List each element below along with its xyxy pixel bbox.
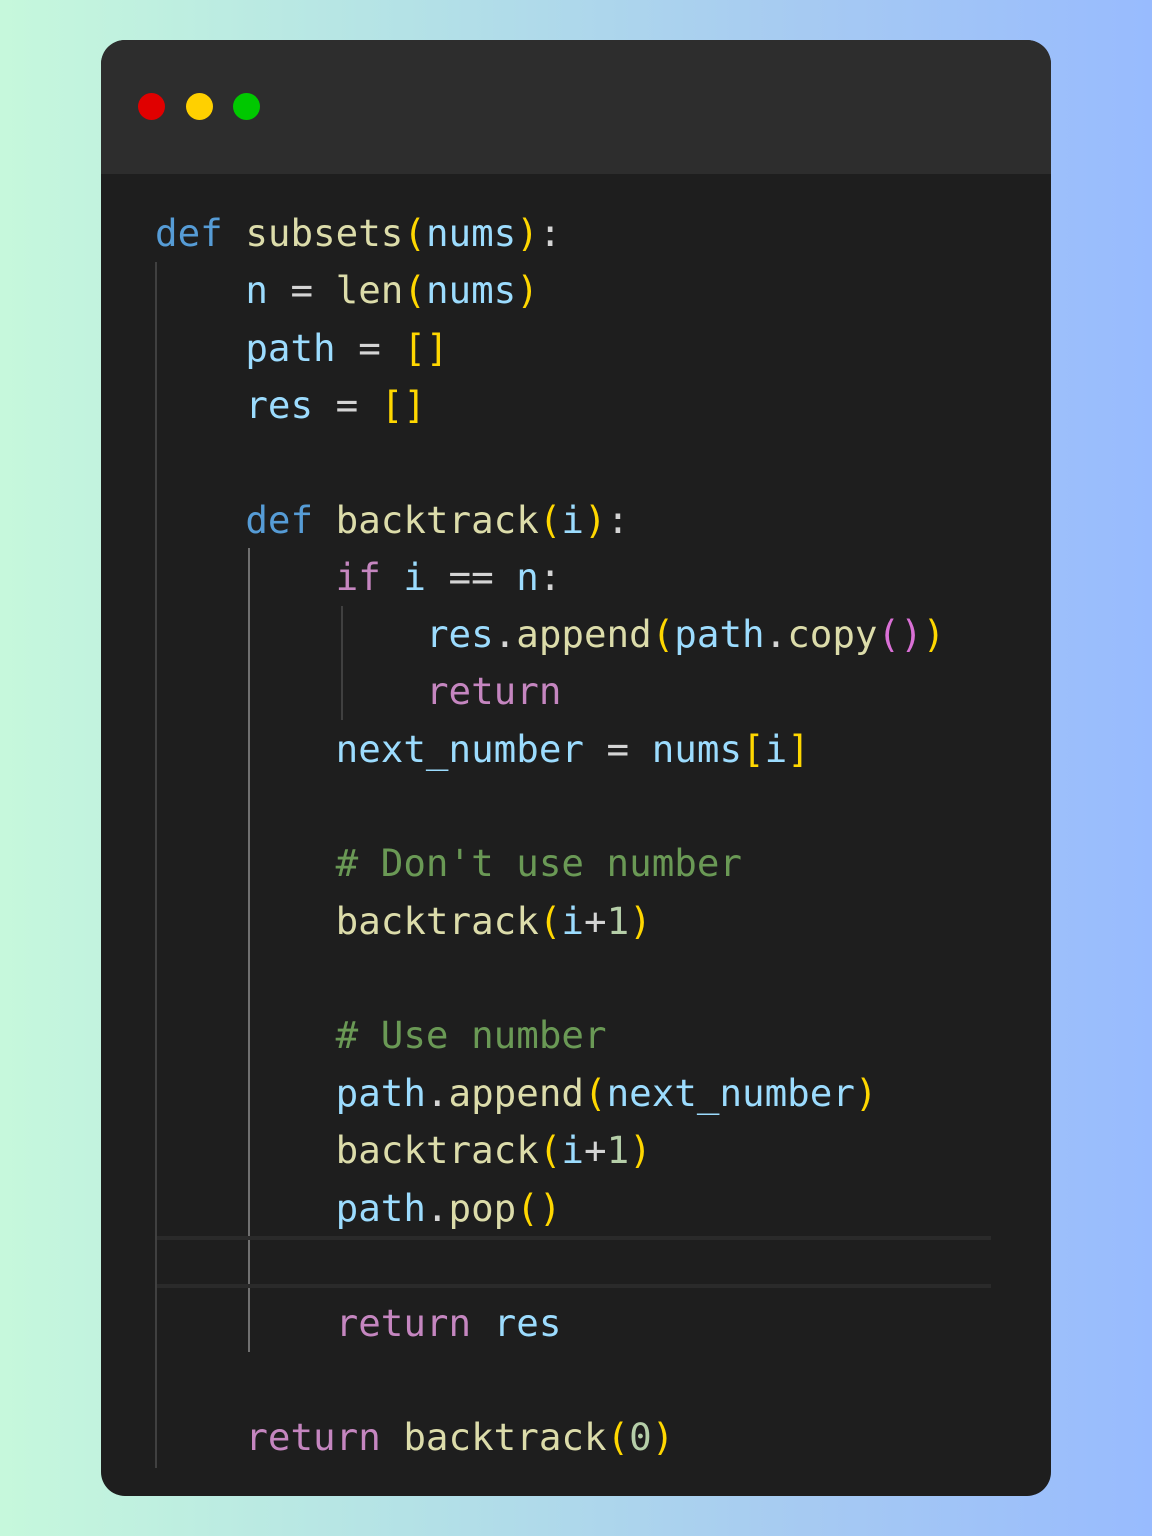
number: 0 [629, 1415, 652, 1459]
comment: # Use number [335, 1013, 607, 1057]
code-line-15: # Use number [155, 1007, 607, 1064]
variable: n [516, 555, 539, 599]
code-line-2: n = len(nums) [245, 268, 539, 312]
function-call: len [335, 268, 404, 312]
variable: i [561, 899, 584, 943]
code-line-6: def backtrack(i): [245, 498, 630, 542]
comment: # Don't use number [335, 841, 743, 885]
method-call: append [516, 612, 652, 656]
variable: next_number [606, 1071, 855, 1115]
control-keyword: return [335, 1301, 472, 1345]
function-call: backtrack [403, 1415, 607, 1459]
function-call: backtrack [335, 1128, 539, 1172]
variable: res [425, 612, 494, 656]
code-line-8: res.append(path.copy()) [425, 612, 946, 656]
number: 1 [606, 899, 630, 943]
code-line-7: if i == n: [335, 555, 562, 599]
variable: next_number [335, 727, 584, 771]
method-call: append [448, 1071, 584, 1115]
code-line-20: return res [155, 1295, 562, 1352]
method-call: copy [787, 612, 878, 656]
code-line-3: path = [] [245, 326, 449, 370]
current-line-highlight [157, 1236, 991, 1288]
function-call: backtrack [335, 899, 539, 943]
variable: res [493, 1301, 562, 1345]
variable: path [674, 612, 765, 656]
number: 1 [606, 1128, 630, 1172]
variable: i [561, 1128, 584, 1172]
variable: path [335, 1186, 426, 1230]
code-line-22: return backtrack(0) [245, 1415, 675, 1459]
code-window: def subsets(nums): n = len(nums) path = … [101, 40, 1051, 1496]
method-call: pop [448, 1186, 517, 1230]
variable: n [245, 268, 268, 312]
control-keyword: if [335, 555, 381, 599]
code-line-10: next_number = nums[i] [335, 727, 810, 771]
variable: nums [425, 268, 517, 312]
parameter: nums [425, 211, 517, 255]
control-keyword: return [425, 669, 562, 713]
variable: nums [651, 727, 743, 771]
variable: path [335, 1071, 426, 1115]
keyword: def [155, 211, 223, 255]
variable: res [245, 383, 314, 427]
function-name: backtrack [335, 498, 539, 542]
code-line-13: backtrack(i+1) [335, 899, 652, 943]
code-editor[interactable]: def subsets(nums): n = len(nums) path = … [101, 40, 1051, 1496]
variable: i [764, 727, 788, 771]
variable: i [403, 555, 426, 599]
parameter: i [561, 498, 584, 542]
control-keyword: return [245, 1415, 381, 1459]
code-line-17: backtrack(i+1) [335, 1128, 652, 1172]
code-line-1: def subsets(nums): [155, 211, 562, 255]
code-line-16: path.append(next_number) [335, 1071, 878, 1115]
keyword: def [245, 498, 314, 542]
code-line-4: res = [] [245, 383, 426, 427]
code-line-12: # Don't use number [155, 835, 742, 892]
function-name: subsets [245, 211, 404, 255]
code-line-18: path.pop() [335, 1186, 562, 1230]
code-line-9: return [155, 663, 561, 720]
variable: path [245, 326, 336, 370]
